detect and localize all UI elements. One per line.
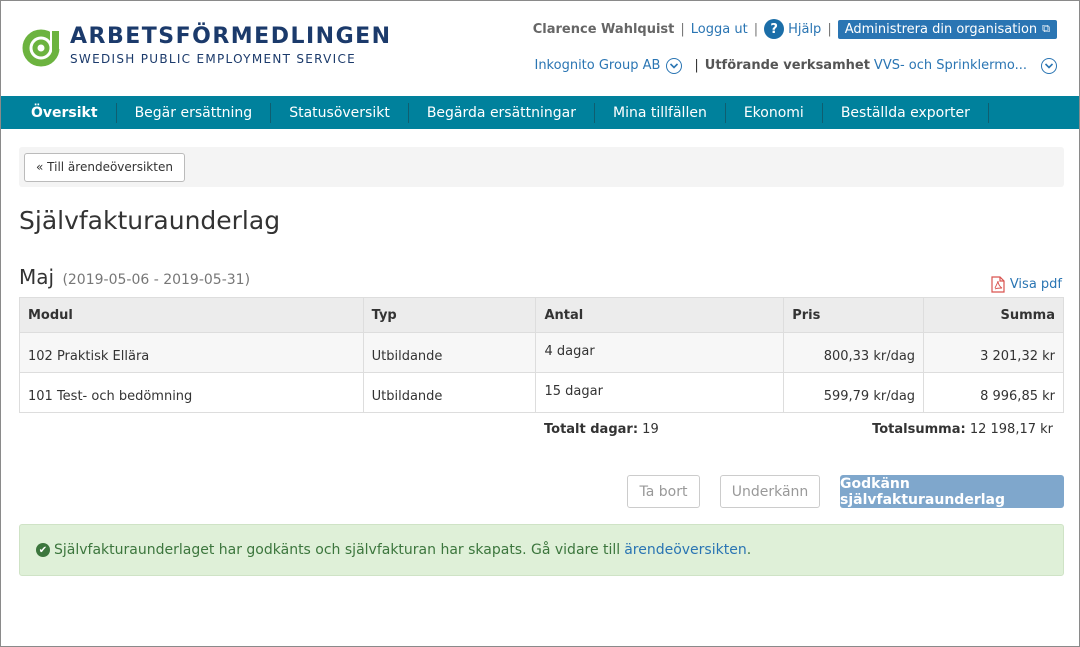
column-header-pris: Pris (783, 297, 925, 333)
logo[interactable]: ARBETSFÖRMEDLINGEN SWEDISH PUBLIC EMPLOY… (20, 25, 392, 67)
app-window: ARBETSFÖRMEDLINGEN SWEDISH PUBLIC EMPLOY… (0, 0, 1080, 647)
admin-organisation-label: Administrera din organisation (844, 21, 1038, 37)
cell-pris: 800,33 kr/dag (783, 332, 925, 373)
column-header-antal: Antal (535, 297, 785, 333)
column-header-modul: Modul (19, 297, 364, 333)
cell-pris: 599,79 kr/dag (783, 372, 925, 413)
reject-button[interactable]: Underkänn (720, 475, 820, 508)
nav-item-statusoversikt[interactable]: Statusöversikt (271, 102, 409, 123)
total-sum-value: 12 198,17 kr (969, 422, 1053, 437)
back-to-overview-button[interactable]: « Till ärendeöversikten (24, 153, 185, 182)
total-sum: Totalsumma: 12 198,17 kr (872, 422, 1053, 437)
separator: | (694, 57, 699, 73)
activity-selector[interactable]: VVS- och Sprinklermo... (874, 58, 1027, 73)
help-link[interactable]: Hjälp (788, 22, 821, 37)
nav-item-mina-tillfallen[interactable]: Mina tillfällen (595, 102, 726, 123)
nav-item-oversikt[interactable]: Översikt (13, 102, 117, 123)
section-title: Maj (2019-05-06 - 2019-05-31) (19, 265, 250, 289)
separator: | (827, 21, 832, 37)
approve-button[interactable]: Godkänn självfakturaunderlag (840, 475, 1064, 508)
cell-typ: Utbildande (362, 332, 537, 373)
pdf-icon (991, 276, 1005, 293)
column-header-summa: Summa (923, 297, 1064, 333)
organization-bar: Inkognito Group AB | Utförande verksamhe… (534, 57, 1057, 74)
table-row: 101 Test- och bedömning Utbildande 15 da… (19, 372, 1064, 413)
logo-mark-icon (22, 27, 60, 67)
nav-item-bestallda-exporter[interactable]: Beställda exporter (823, 102, 989, 123)
cell-antal: 4 dagar (535, 332, 785, 373)
help-icon[interactable]: ? (764, 19, 785, 39)
separator: | (753, 21, 759, 37)
organization-selector[interactable]: Inkognito Group AB (534, 58, 660, 73)
delete-button[interactable]: Ta bort (627, 475, 700, 508)
activity-label: Utförande verksamhet (704, 57, 870, 73)
alert-suffix: . (746, 542, 752, 558)
check-circle-icon: ✔ (36, 543, 50, 557)
column-header-typ: Typ (362, 297, 537, 333)
breadcrumb: « Till ärendeöversikten (19, 147, 1064, 187)
section-date-range: (2019-05-06 - 2019-05-31) (62, 272, 251, 288)
user-name: Clarence Wahlquist (532, 21, 675, 37)
total-days-label: Totalt dagar: (544, 422, 639, 437)
case-overview-link[interactable]: ärendeöversikten (624, 542, 747, 558)
brand-tagline: SWEDISH PUBLIC EMPLOYMENT SERVICE (70, 52, 357, 66)
cell-antal: 15 dagar (535, 372, 785, 413)
separator: | (680, 21, 685, 37)
user-bar: Clarence Wahlquist | Logga ut | ? Hjälp … (533, 19, 1057, 39)
total-sum-label: Totalsumma: (872, 422, 966, 437)
nav-item-ekonomi[interactable]: Ekonomi (726, 102, 823, 123)
cell-typ: Utbildande (362, 372, 537, 413)
external-link-icon: ⧉ (1042, 22, 1050, 35)
cell-modul: 102 Praktisk Ellära (19, 332, 364, 373)
main-nav: Översikt Begär ersättning Statusöversikt… (1, 96, 1079, 129)
page-title: Självfakturaunderlag (19, 206, 281, 235)
invoice-table: Modul Typ Antal Pris Summa 102 Praktisk … (19, 297, 1064, 413)
view-pdf-label: Visa pdf (1009, 277, 1062, 292)
table-header-row: Modul Typ Antal Pris Summa (19, 297, 1064, 333)
success-alert: ✔ Självfakturaunderlaget har godkänts oc… (19, 524, 1064, 576)
nav-item-begarda-ersattningar[interactable]: Begärda ersättningar (409, 102, 596, 123)
chevron-down-icon[interactable] (666, 58, 683, 74)
cell-modul: 101 Test- och bedömning (19, 372, 364, 413)
chevron-down-icon[interactable] (1041, 58, 1057, 74)
cell-summa: 3 201,32 kr (923, 332, 1064, 373)
alert-text: Självfakturaunderlaget har godkänts och … (54, 542, 621, 558)
admin-organisation-button[interactable]: Administrera din organisation ⧉ (837, 19, 1057, 39)
nav-item-begar-ersattning[interactable]: Begär ersättning (117, 102, 272, 123)
view-pdf-link[interactable]: Visa pdf (991, 276, 1062, 293)
total-days: Totalt dagar: 19 (544, 422, 659, 437)
logout-link[interactable]: Logga ut (691, 22, 748, 37)
table-row: 102 Praktisk Ellära Utbildande 4 dagar 8… (19, 332, 1064, 373)
total-days-value: 19 (642, 422, 659, 437)
section-month: Maj (19, 265, 55, 289)
cell-summa: 8 996,85 kr (923, 372, 1064, 413)
header: ARBETSFÖRMEDLINGEN SWEDISH PUBLIC EMPLOY… (1, 1, 1079, 96)
brand-name: ARBETSFÖRMEDLINGEN (70, 24, 392, 49)
